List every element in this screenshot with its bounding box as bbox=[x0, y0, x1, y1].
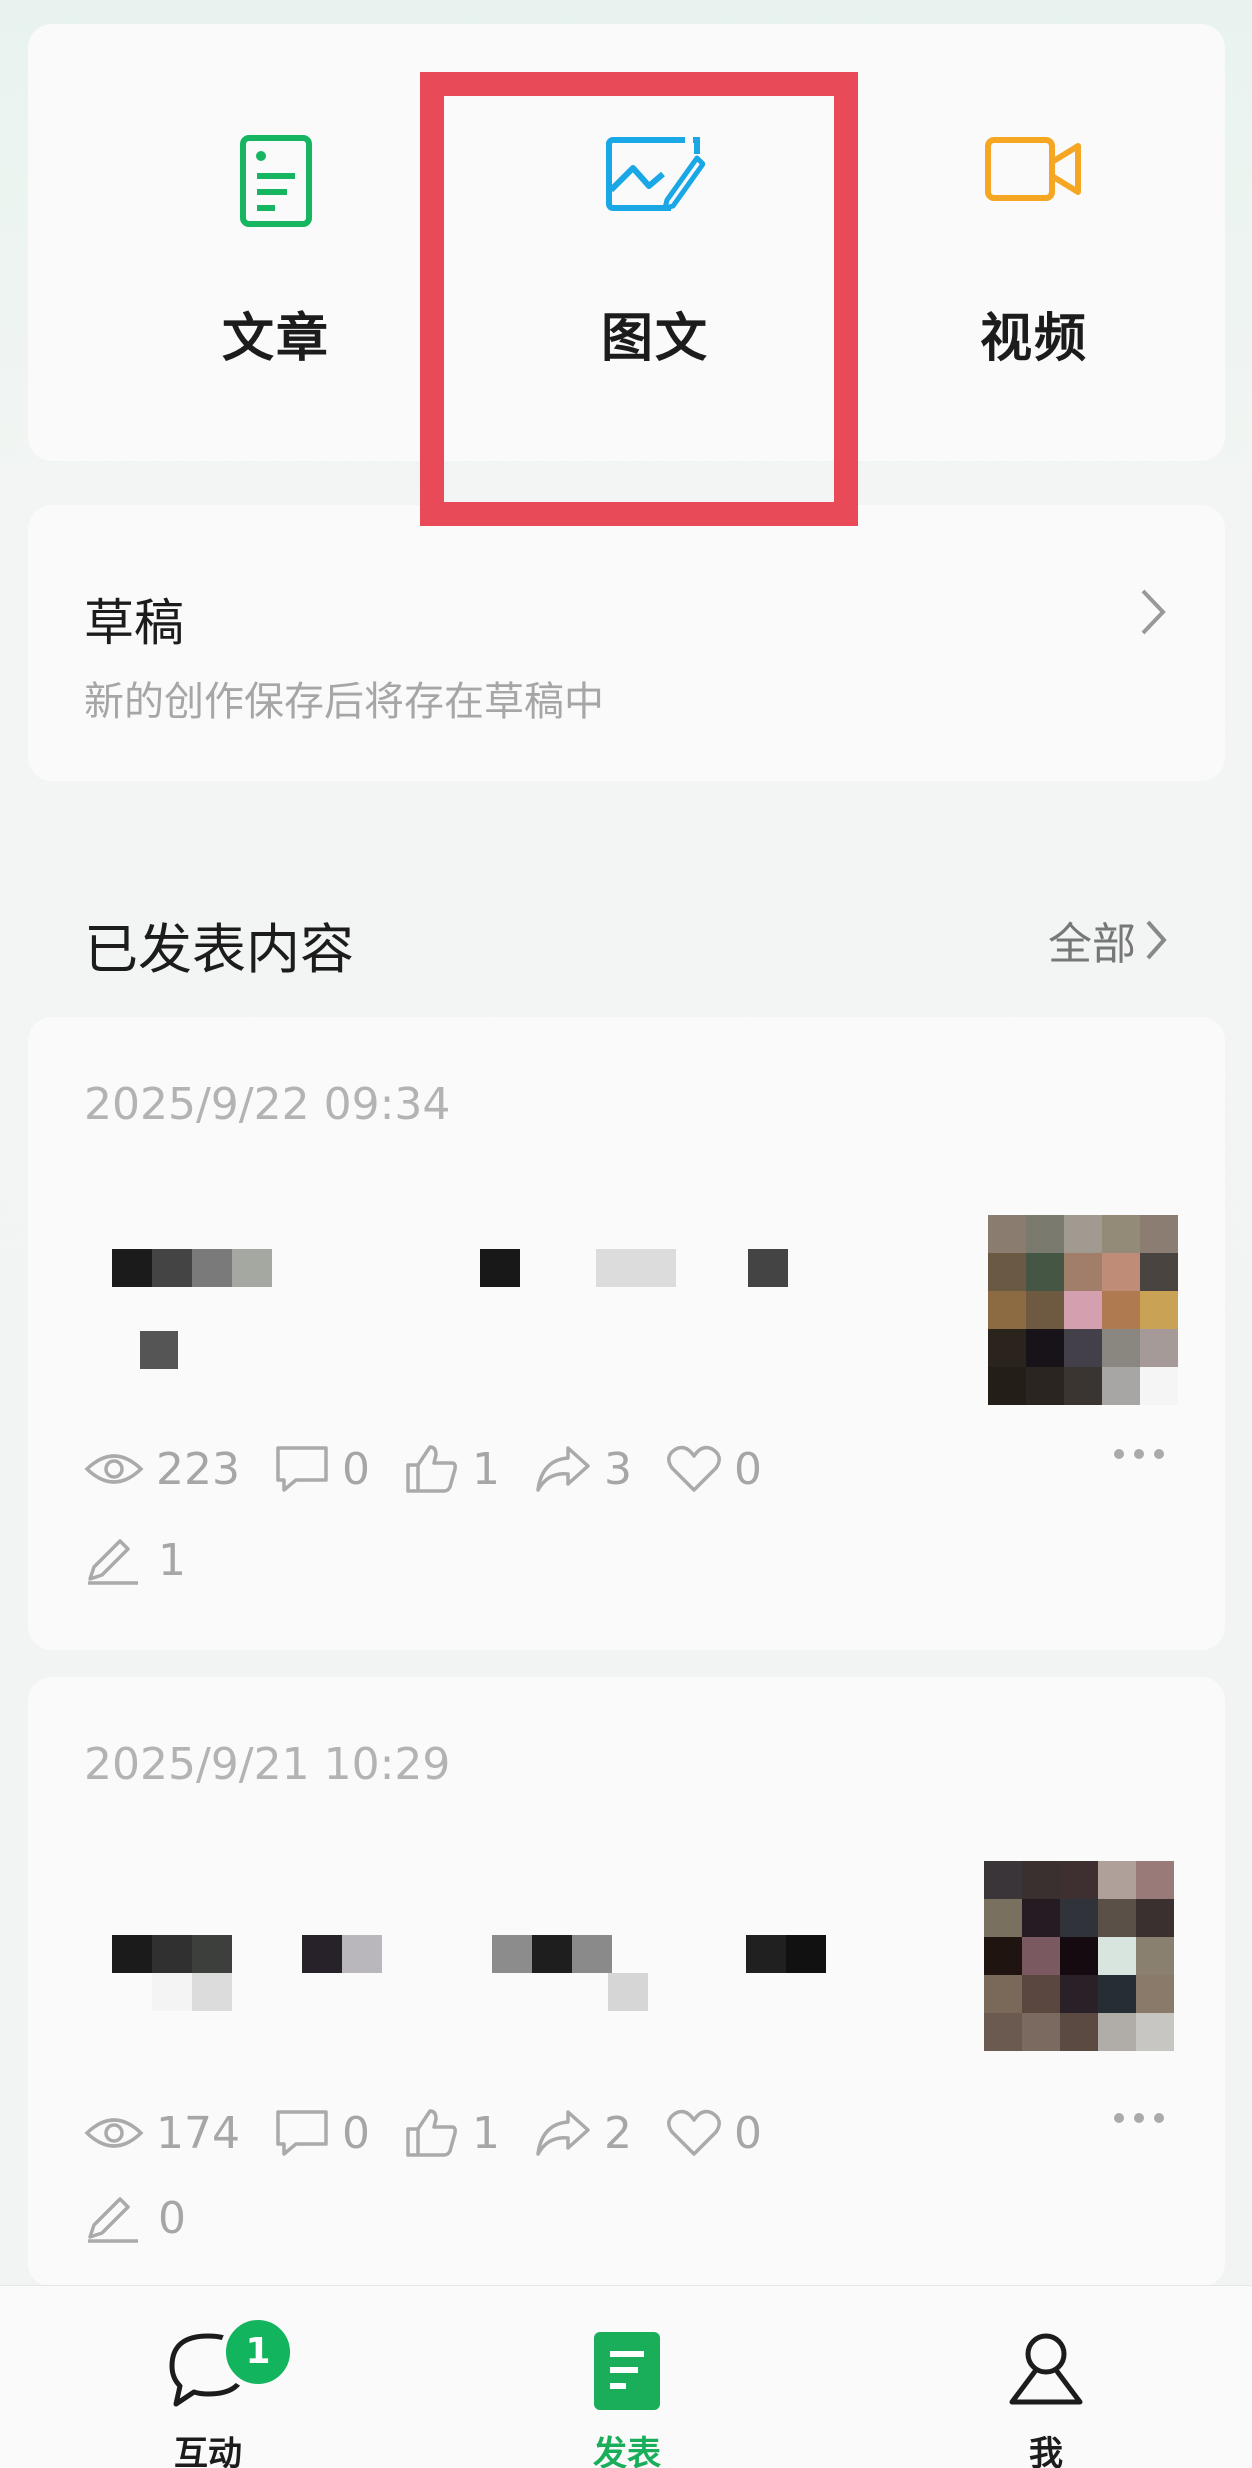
view-all-link[interactable]: 全部 bbox=[1048, 908, 1168, 972]
shares-count: 3 bbox=[603, 1443, 632, 1495]
published-title: 已发表内容 bbox=[84, 918, 354, 981]
publish-icon bbox=[592, 2330, 662, 2416]
edits-stat: 0 bbox=[84, 2193, 186, 2244]
more-options-icon[interactable] bbox=[1113, 2109, 1165, 2128]
share-icon bbox=[536, 1446, 590, 1492]
favorites-count: 0 bbox=[733, 2107, 762, 2159]
post-stats: 174 0 1 2 0 bbox=[84, 2107, 796, 2159]
notification-badge: 1 bbox=[220, 2314, 296, 2390]
likes-stat: 1 bbox=[404, 2107, 500, 2159]
comments-count: 0 bbox=[341, 1443, 370, 1495]
edits-stat: 1 bbox=[84, 1535, 186, 1586]
favorites-count: 0 bbox=[733, 1443, 762, 1495]
comment-icon bbox=[276, 2110, 328, 2156]
favorites-stat: 0 bbox=[666, 1444, 762, 1495]
chevron-right-icon bbox=[1146, 920, 1167, 960]
post-stats: 223 0 1 3 0 bbox=[84, 1443, 796, 1495]
post-date: 2025/9/21 10:29 bbox=[84, 1739, 451, 1790]
views-stat: 174 bbox=[84, 2108, 240, 2159]
create-video-label: 视频 bbox=[979, 309, 1088, 369]
video-icon bbox=[984, 134, 1084, 208]
drafts-subtitle: 新的创作保存后将存在草稿中 bbox=[84, 679, 604, 725]
thumbs-up-icon bbox=[406, 2109, 457, 2157]
views-count: 174 bbox=[156, 2107, 240, 2159]
eye-icon bbox=[84, 2118, 144, 2148]
likes-count: 1 bbox=[471, 2107, 500, 2159]
heart-icon bbox=[667, 2109, 721, 2156]
nav-label-interact: 互动 bbox=[174, 2434, 242, 2468]
article-icon bbox=[239, 134, 313, 232]
views-count: 223 bbox=[156, 1443, 240, 1495]
comment-icon bbox=[276, 1446, 328, 1492]
edits-count: 0 bbox=[158, 2193, 186, 2244]
shares-stat: 3 bbox=[534, 1444, 632, 1495]
thumbs-up-icon bbox=[406, 1445, 457, 1493]
comments-count: 0 bbox=[341, 2107, 370, 2159]
create-article-label: 文章 bbox=[221, 309, 330, 369]
nav-item-interact[interactable]: 1 互动 bbox=[108, 2286, 308, 2468]
create-article-button[interactable]: 文章 bbox=[146, 24, 406, 461]
drafts-title: 草稿 bbox=[84, 594, 184, 652]
share-icon bbox=[536, 2110, 590, 2156]
post-date: 2025/9/22 09:34 bbox=[84, 1079, 451, 1130]
shares-count: 2 bbox=[603, 2107, 632, 2159]
highlight-box bbox=[420, 72, 858, 526]
post-card[interactable]: 2025/9/21 10:29 174 0 1 2 0 0 bbox=[28, 1677, 1225, 2287]
post-card[interactable]: 2025/9/22 09:34 223 0 1 3 0 1 bbox=[28, 1017, 1225, 1650]
heart-icon bbox=[667, 1445, 721, 1492]
view-all-label: 全部 bbox=[1048, 919, 1136, 970]
shares-stat: 2 bbox=[534, 2108, 632, 2159]
create-video-button[interactable]: 视频 bbox=[904, 24, 1164, 461]
comments-stat: 0 bbox=[274, 2108, 370, 2159]
bottom-nav: 1 互动 发表 我 bbox=[0, 2285, 1252, 2468]
comments-stat: 0 bbox=[274, 1444, 370, 1495]
favorites-stat: 0 bbox=[666, 2108, 762, 2159]
profile-icon bbox=[1006, 2330, 1086, 2414]
post-thumbnail bbox=[988, 1215, 1178, 1405]
pencil-icon bbox=[88, 1538, 138, 1585]
likes-stat: 1 bbox=[404, 1443, 500, 1495]
nav-label-publish: 发表 bbox=[593, 2434, 661, 2468]
eye-icon bbox=[84, 1454, 144, 1484]
views-stat: 223 bbox=[84, 1444, 240, 1495]
nav-item-me[interactable]: 我 bbox=[946, 2286, 1146, 2468]
drafts-card[interactable]: 草稿 新的创作保存后将存在草稿中 bbox=[28, 505, 1225, 781]
pencil-icon bbox=[88, 2196, 138, 2243]
post-thumbnail bbox=[984, 1861, 1174, 2051]
likes-count: 1 bbox=[471, 1443, 500, 1495]
chevron-right-icon bbox=[1139, 587, 1167, 641]
more-options-icon[interactable] bbox=[1113, 1445, 1165, 1464]
nav-item-publish[interactable]: 发表 bbox=[527, 2286, 727, 2468]
nav-label-me: 我 bbox=[1029, 2434, 1063, 2468]
edits-count: 1 bbox=[158, 1535, 186, 1586]
